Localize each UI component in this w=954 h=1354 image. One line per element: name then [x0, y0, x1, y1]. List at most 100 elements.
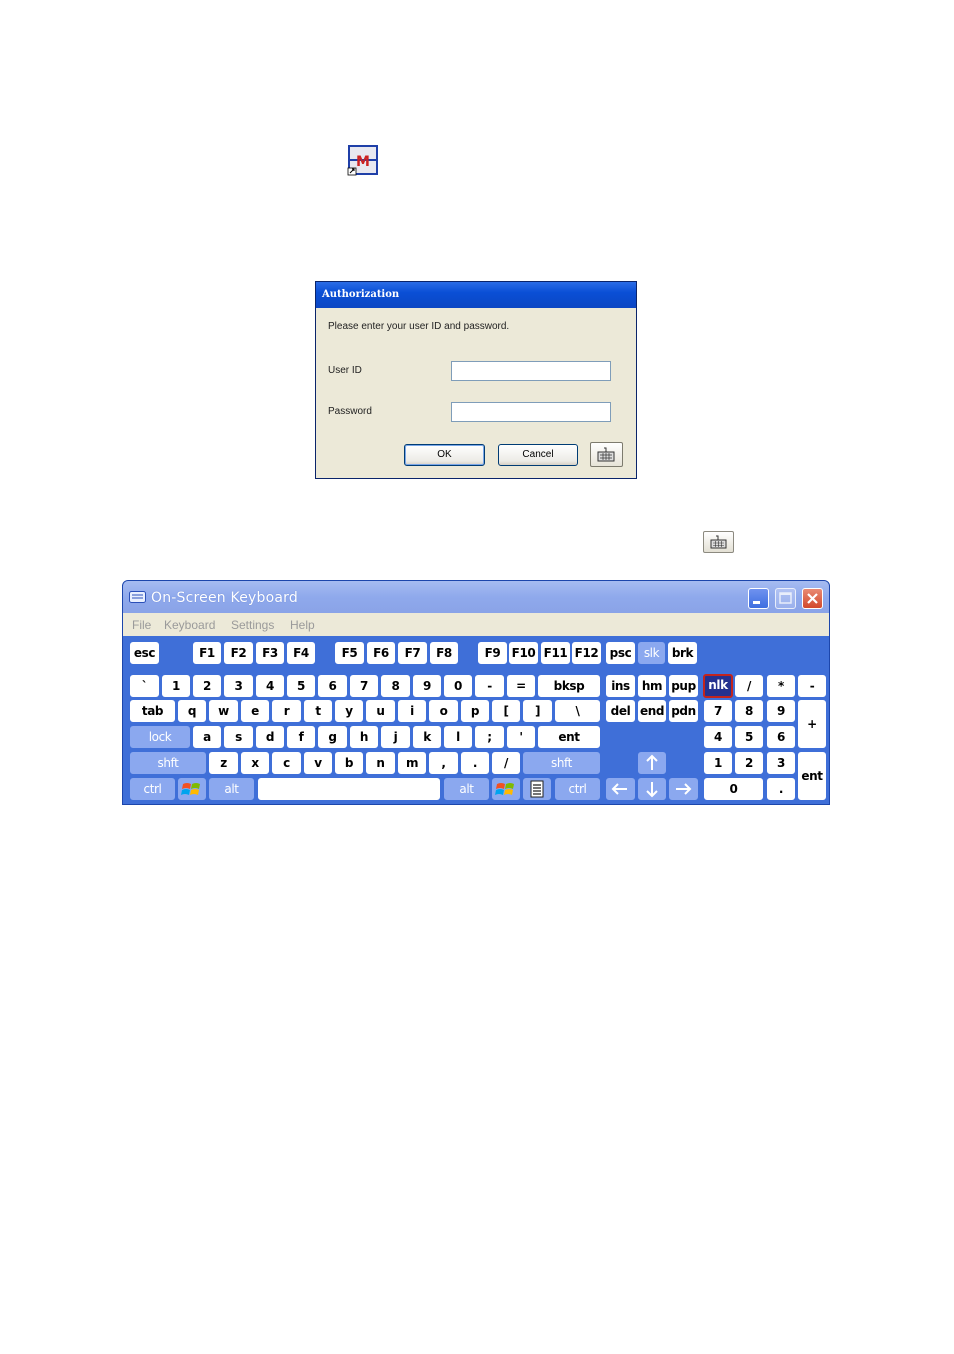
- key-slash[interactable]: /: [492, 752, 520, 774]
- key-page-up[interactable]: pup: [669, 675, 698, 697]
- key-semicolon[interactable]: ;: [475, 726, 504, 748]
- key-f12[interactable]: F12: [572, 642, 601, 664]
- key-p[interactable]: p: [461, 700, 489, 722]
- close-button[interactable]: [802, 588, 823, 609]
- key-k[interactable]: k: [413, 726, 441, 748]
- key-left-windows[interactable]: [178, 778, 206, 800]
- key-brk[interactable]: brk: [668, 642, 697, 664]
- key-0[interactable]: 0: [444, 675, 472, 697]
- key-backslash[interactable]: \: [555, 700, 600, 722]
- key-1[interactable]: 1: [162, 675, 190, 697]
- key-right-shift[interactable]: shft: [523, 752, 600, 774]
- key-num-divide[interactable]: /: [735, 675, 763, 697]
- key-psc[interactable]: psc: [606, 642, 635, 664]
- key-h[interactable]: h: [350, 726, 378, 748]
- key-num-7[interactable]: 7: [704, 700, 732, 722]
- key-home[interactable]: hm: [638, 675, 666, 697]
- key-num-multiply[interactable]: *: [767, 675, 795, 697]
- key-right-arrow[interactable]: [669, 778, 698, 800]
- key-w[interactable]: w: [209, 700, 238, 722]
- key-minus[interactable]: -: [475, 675, 504, 697]
- key-ins[interactable]: ins: [606, 675, 635, 697]
- key-right-alt[interactable]: alt: [444, 778, 489, 800]
- key-equals[interactable]: =: [507, 675, 535, 697]
- key-page-down[interactable]: pdn: [669, 700, 698, 722]
- key-num-5[interactable]: 5: [735, 726, 763, 748]
- key-j[interactable]: j: [381, 726, 410, 748]
- key-space[interactable]: [258, 778, 440, 800]
- key-8[interactable]: 8: [381, 675, 410, 697]
- key-a[interactable]: a: [193, 726, 221, 748]
- key-num-0[interactable]: 0: [704, 778, 763, 800]
- key-num-enter[interactable]: ent: [798, 752, 826, 800]
- key-d[interactable]: d: [256, 726, 284, 748]
- key-f2[interactable]: F2: [224, 642, 253, 664]
- key-enter[interactable]: ent: [538, 726, 600, 748]
- key-i[interactable]: i: [398, 700, 426, 722]
- key-c[interactable]: c: [272, 752, 301, 774]
- keyboard-button[interactable]: [590, 442, 623, 467]
- menu-file[interactable]: File: [132, 618, 151, 632]
- key-right-bracket[interactable]: ]: [523, 700, 552, 722]
- key-backspace[interactable]: bksp: [538, 675, 600, 697]
- key-caps-lock[interactable]: lock: [130, 726, 190, 748]
- password-input[interactable]: [451, 402, 611, 422]
- key-num-8[interactable]: 8: [735, 700, 763, 722]
- key-f4[interactable]: F4: [287, 642, 315, 664]
- key-num-6[interactable]: 6: [767, 726, 795, 748]
- key-4[interactable]: 4: [256, 675, 284, 697]
- key-r[interactable]: r: [272, 700, 301, 722]
- key-end[interactable]: end: [638, 700, 666, 722]
- user-id-input[interactable]: [451, 361, 611, 381]
- key-num-1[interactable]: 1: [704, 752, 732, 774]
- key-left-ctrl[interactable]: ctrl: [130, 778, 175, 800]
- key-f11[interactable]: F11: [541, 642, 570, 664]
- key-f[interactable]: f: [287, 726, 315, 748]
- key-f9[interactable]: F9: [478, 642, 507, 664]
- key-z[interactable]: z: [209, 752, 238, 774]
- key-y[interactable]: y: [335, 700, 363, 722]
- osk-titlebar[interactable]: On-Screen Keyboard: [123, 581, 829, 613]
- key-9[interactable]: 9: [413, 675, 441, 697]
- key-right-ctrl[interactable]: ctrl: [555, 778, 600, 800]
- key-u[interactable]: u: [366, 700, 395, 722]
- key-up-arrow[interactable]: [638, 752, 666, 774]
- key-num-2[interactable]: 2: [735, 752, 763, 774]
- key-b[interactable]: b: [335, 752, 363, 774]
- menu-settings[interactable]: Settings: [231, 618, 274, 632]
- key-period[interactable]: .: [461, 752, 489, 774]
- key-num-decimal[interactable]: .: [767, 778, 795, 800]
- key-g[interactable]: g: [318, 726, 347, 748]
- key-f7[interactable]: F7: [398, 642, 427, 664]
- key-left-bracket[interactable]: [: [492, 700, 520, 722]
- key-f10[interactable]: F10: [509, 642, 538, 664]
- key-3[interactable]: 3: [224, 675, 253, 697]
- key-num-4[interactable]: 4: [704, 726, 732, 748]
- maximize-button[interactable]: [775, 588, 796, 609]
- menu-keyboard[interactable]: Keyboard: [164, 618, 215, 632]
- key-f1[interactable]: F1: [193, 642, 221, 664]
- key-f8[interactable]: F8: [430, 642, 458, 664]
- key-right-windows[interactable]: [492, 778, 520, 800]
- menu-help[interactable]: Help: [290, 618, 315, 632]
- key-m[interactable]: m: [398, 752, 426, 774]
- key-x[interactable]: x: [241, 752, 269, 774]
- key-left-arrow[interactable]: [606, 778, 635, 800]
- minimize-button[interactable]: [748, 588, 769, 609]
- key-t[interactable]: t: [304, 700, 332, 722]
- key-left-alt[interactable]: alt: [209, 778, 254, 800]
- key-q[interactable]: q: [178, 700, 206, 722]
- key-comma[interactable]: ,: [429, 752, 458, 774]
- cancel-button[interactable]: Cancel: [498, 444, 578, 466]
- key-slk[interactable]: slk: [638, 642, 665, 664]
- key-e[interactable]: e: [241, 700, 269, 722]
- key-num-lock[interactable]: nlk: [703, 674, 733, 698]
- key-num-9[interactable]: 9: [767, 700, 795, 722]
- key-quote[interactable]: ': [507, 726, 535, 748]
- key-2[interactable]: 2: [193, 675, 221, 697]
- key-7[interactable]: 7: [350, 675, 378, 697]
- key-tab[interactable]: tab: [130, 700, 175, 722]
- key-o[interactable]: o: [429, 700, 458, 722]
- key-6[interactable]: 6: [318, 675, 347, 697]
- key-f5[interactable]: F5: [335, 642, 364, 664]
